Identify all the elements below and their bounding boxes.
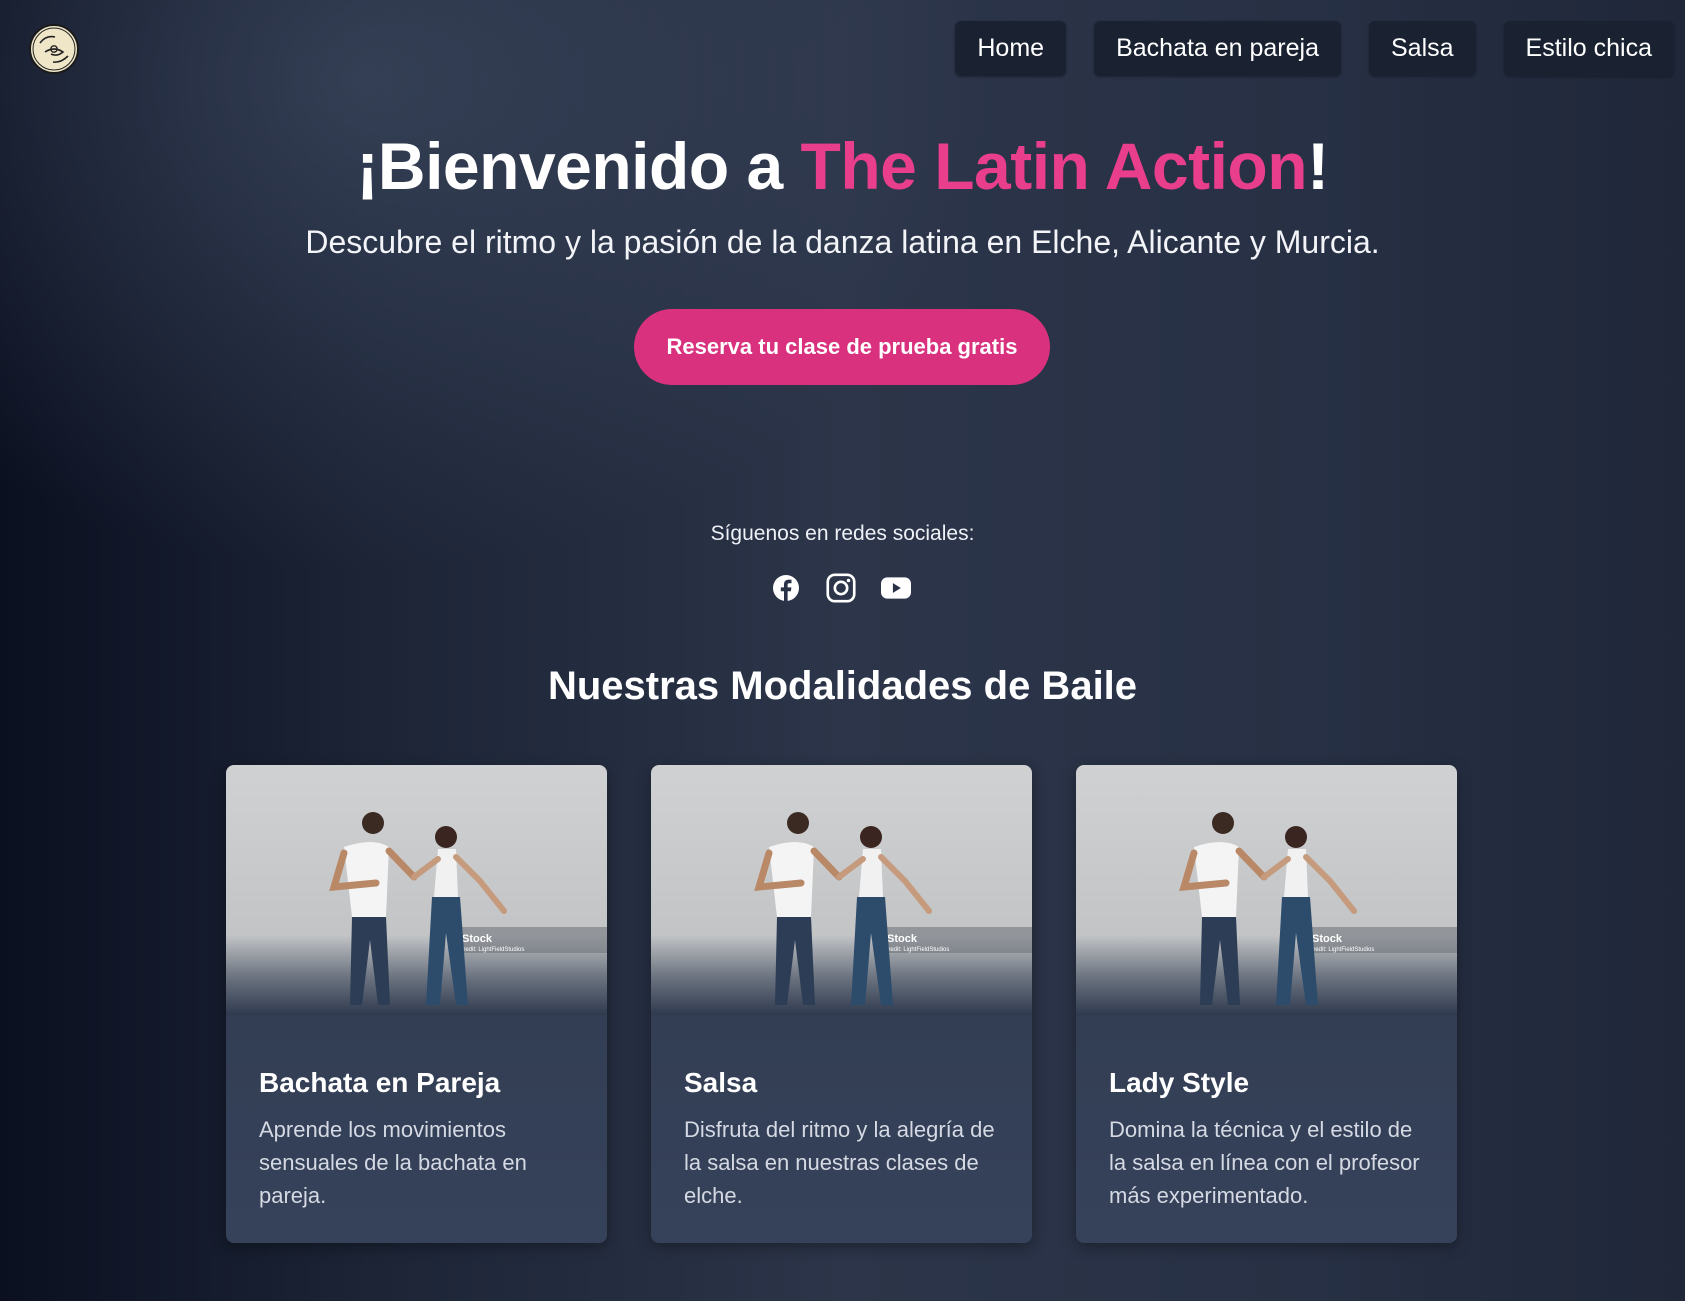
nav-bachata-en-pareja[interactable]: Bachata en pareja [1094, 21, 1341, 76]
site-logo[interactable] [29, 24, 79, 74]
logo-emblem [32, 27, 76, 71]
modalities-cards: iStock Credit: LightFieldStudios Bachata… [226, 765, 1457, 1243]
facebook-icon[interactable] [771, 571, 801, 605]
nav-home[interactable]: Home [955, 21, 1067, 76]
card-bachata-en-pareja[interactable]: iStock Credit: LightFieldStudios Bachata… [226, 765, 607, 1243]
main-nav: Home Bachata en pareja Salsa Estilo chic… [955, 21, 1674, 76]
card-description: Aprende los movimientos sensuales de la … [259, 1117, 527, 1208]
istock-credit: Credit: LightFieldStudios [884, 947, 949, 953]
social-links [771, 571, 911, 605]
dance-couple-image: iStock Credit: LightFieldStudios [1076, 765, 1457, 1015]
card-salsa[interactable]: iStock Credit: LightFieldStudios Salsa D… [651, 765, 1032, 1243]
card-title: Bachata en Pareja [259, 1067, 501, 1098]
istock-watermark: iStock [1309, 933, 1343, 945]
istock-watermark: iStock [459, 933, 493, 945]
hero-title-brand: The Latin Action [800, 129, 1308, 203]
dance-couple-image: iStock Credit: LightFieldStudios [226, 765, 607, 1015]
hero-subtitle: Descubre el ritmo y la pasión de la danz… [305, 224, 1380, 260]
card-lady-style[interactable]: iStock Credit: LightFieldStudios Lady St… [1076, 765, 1457, 1243]
istock-credit: Credit: LightFieldStudios [459, 947, 524, 953]
dance-couple-image: iStock Credit: LightFieldStudios [651, 765, 1032, 1015]
instagram-icon[interactable] [826, 571, 856, 605]
hero-title-suffix: ! [1307, 129, 1329, 203]
hero-title-prefix: ¡Bienvenido a [356, 129, 801, 203]
nav-estilo-chica[interactable]: Estilo chica [1503, 21, 1674, 76]
card-title: Lady Style [1109, 1067, 1250, 1098]
hero-title: ¡Bienvenido a The Latin Action! [0, 128, 1685, 204]
card-title: Salsa [684, 1067, 758, 1098]
card-description: Domina la técnica y el estilo de la sals… [1109, 1117, 1420, 1208]
nav-salsa[interactable]: Salsa [1369, 21, 1476, 76]
youtube-icon[interactable] [881, 571, 911, 605]
book-trial-class-button[interactable]: Reserva tu clase de prueba gratis [634, 309, 1050, 385]
istock-credit: Credit: LightFieldStudios [1309, 947, 1374, 953]
istock-watermark: iStock [884, 933, 918, 945]
modalities-title: Nuestras Modalidades de Baile [547, 664, 1138, 708]
social-label: Síguenos en redes sociales: [710, 522, 975, 545]
card-description: Disfruta del ritmo y la alegría de la sa… [684, 1117, 995, 1208]
